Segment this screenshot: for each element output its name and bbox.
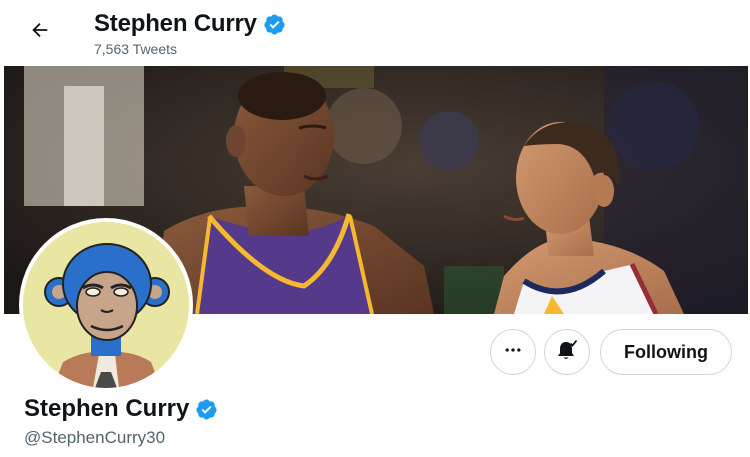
profile-name-text: Stephen Curry (24, 395, 190, 422)
notifications-button[interactable] (544, 329, 590, 375)
avatar-image (23, 222, 189, 388)
profile-handle: @StephenCurry30 (24, 428, 166, 447)
profile-avatar[interactable] (19, 218, 193, 392)
profile-name: Stephen Curry (24, 395, 218, 423)
header-title: Stephen Curry (94, 10, 286, 38)
verified-badge-icon (263, 13, 286, 36)
tweet-count: 7,563 Tweets (94, 41, 178, 57)
more-horizontal-icon (503, 340, 523, 365)
profile-header: Stephen Curry 7,563 Tweets (4, 0, 748, 66)
verified-badge-icon (195, 398, 218, 421)
following-button[interactable]: Following (600, 329, 732, 375)
profile-page: Stephen Curry 7,563 Tweets Following Ste… (4, 0, 748, 457)
more-options-button[interactable] (490, 329, 536, 375)
header-name-text: Stephen Curry (94, 10, 257, 37)
bell-check-icon (555, 338, 579, 367)
arrow-left-icon (29, 19, 51, 46)
back-button[interactable] (22, 14, 58, 50)
